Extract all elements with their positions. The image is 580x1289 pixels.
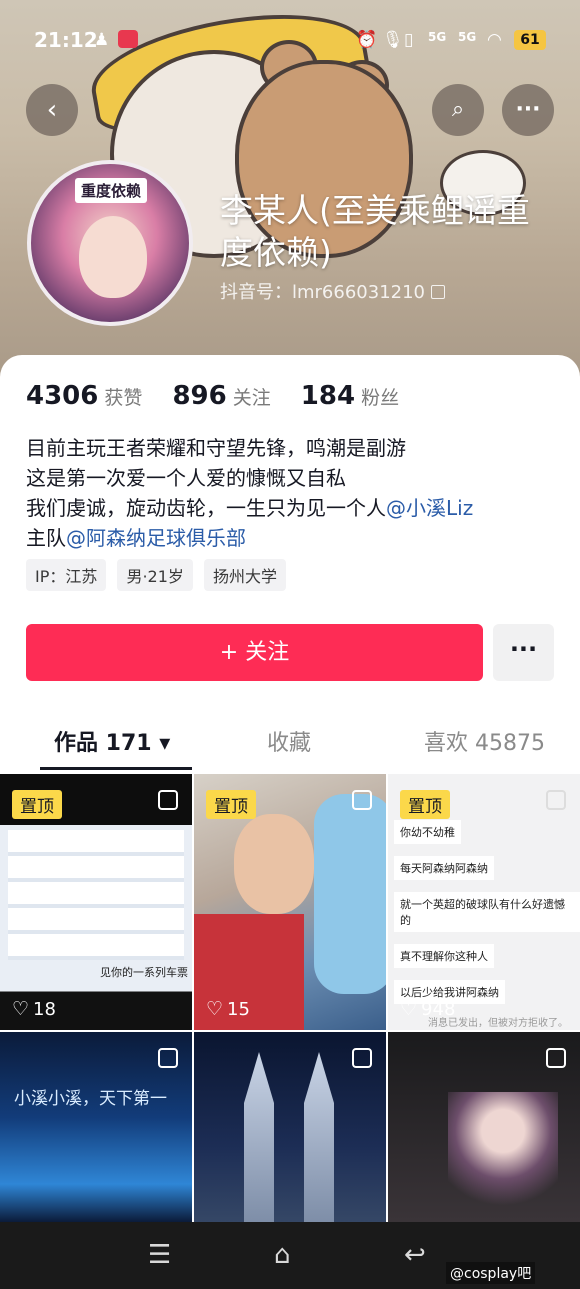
more-dots-icon: ···	[515, 97, 541, 122]
bio-line: 目前主玩王者荣耀和守望先锋，鸣潮是副游	[26, 436, 406, 460]
mute-icon: 🎙	[382, 30, 404, 50]
avatar-tag: 重度依赖	[75, 178, 148, 203]
stat-number: 4306	[26, 381, 99, 411]
like-count-value: 15	[227, 999, 250, 1020]
search-icon: ⌕	[451, 97, 465, 122]
tower-art	[304, 1052, 334, 1222]
vibrate-icon: ▯	[404, 30, 414, 50]
heart-icon: ♡	[206, 998, 224, 1020]
tab-likes[interactable]: 喜欢 45875	[424, 725, 545, 757]
chat-bubble: 每天阿森纳阿森纳	[394, 856, 494, 880]
douyin-id-text: 抖音号：lmr666031210	[220, 282, 426, 303]
like-count-value: 18	[33, 999, 56, 1020]
signal-5g-icon: 5G	[458, 30, 477, 44]
video-thumbnail[interactable]: 见你的一系列车票 置顶 ♡ 18	[0, 774, 192, 1030]
thumbnail-caption: 见你的一系列车票	[100, 966, 188, 979]
cosplay-photo-art	[448, 1092, 558, 1222]
video-thumbnail[interactable]: 你幼不幼稚 每天阿森纳阿森纳 就一个英超的破球队有什么好遗憾的 真不理解你这种人…	[388, 774, 580, 1030]
multi-image-icon	[546, 1048, 566, 1068]
stat-number: 184	[300, 381, 356, 411]
chat-bubble: 你幼不幼稚	[394, 820, 461, 844]
douyin-id[interactable]: 抖音号：lmr666031210	[220, 278, 446, 304]
stat-likes[interactable]: 4306 获赞	[26, 381, 142, 411]
recent-apps-icon[interactable]: ☰	[148, 1240, 171, 1270]
bio-line: 主队@阿森纳足球俱乐部	[26, 523, 566, 553]
cosplay-figure-art	[314, 794, 386, 994]
stat-following[interactable]: 896 关注	[172, 381, 270, 411]
content-tabs: 作品 171 ▾ 收藏 喜欢 45875	[0, 715, 580, 771]
more-actions-button[interactable]: ···	[493, 624, 554, 681]
profile-tags: IP：江苏 男·21岁 扬州大学	[26, 559, 292, 591]
status-bar: 21:12 ♟ ⏰ 🎙 ▯ 5G 5G ◠ 61	[0, 0, 580, 80]
like-count: ♡ 18	[12, 998, 56, 1020]
tag-ip: IP：江苏	[26, 559, 107, 591]
chat-bubble: 真不理解你这种人	[394, 944, 494, 968]
video-thumbnail[interactable]	[194, 1032, 386, 1222]
bio-line: 这是第一次爱一个人爱的慷慨又自私	[26, 466, 346, 490]
back-button[interactable]: ‹	[26, 84, 78, 136]
profile-bio: 目前主玩王者荣耀和守望先锋，鸣潮是副游 这是第一次爱一个人爱的慷慨又自私 我们虔…	[26, 433, 566, 553]
avatar[interactable]: 重度依赖	[27, 160, 193, 326]
alarm-icon: ⏰	[356, 30, 378, 50]
video-thumbnail[interactable]	[388, 1032, 580, 1222]
multi-image-icon	[352, 790, 372, 810]
pinned-badge: 置顶	[206, 790, 256, 819]
heart-icon: ♡	[12, 998, 30, 1020]
avatar-face-art	[79, 216, 147, 298]
like-count: ♡ 948	[400, 998, 455, 1020]
app-notification-icon	[118, 30, 138, 48]
ticket-screenshot-art	[8, 830, 184, 960]
profile-stats: 4306 获赞 896 关注 184 粉丝	[26, 381, 423, 411]
bio-text: 我们虔诚，旋动齿轮，一生只为见一个人	[26, 496, 386, 520]
tower-art	[244, 1052, 274, 1222]
copy-icon[interactable]	[431, 285, 446, 299]
chat-screenshot: 你幼不幼稚 每天阿森纳阿森纳 就一个英超的破球队有什么好遗憾的 真不理解你这种人…	[394, 820, 580, 1004]
heart-icon: ♡	[400, 998, 418, 1020]
person-photo-art	[234, 814, 314, 914]
mention-link[interactable]: @阿森纳足球俱乐部	[66, 526, 246, 550]
search-button[interactable]: ⌕	[432, 84, 484, 136]
multi-image-icon	[158, 790, 178, 810]
like-count-value: 948	[421, 999, 456, 1020]
watermark-text: @cosplay吧	[446, 1262, 536, 1284]
active-tab-indicator	[40, 767, 192, 770]
follow-button[interactable]: + 关注	[26, 624, 483, 681]
stat-label: 获赞	[104, 387, 143, 409]
pinned-badge: 置顶	[400, 790, 450, 819]
multi-image-icon	[546, 790, 566, 810]
like-count: ♡ 15	[206, 998, 250, 1020]
signal-5g-icon: 5G	[428, 30, 447, 44]
multi-image-icon	[352, 1048, 372, 1068]
home-icon[interactable]: ⌂	[274, 1240, 291, 1270]
pinned-badge: 置顶	[12, 790, 62, 819]
stat-followers[interactable]: 184 粉丝	[301, 381, 399, 411]
tag-school[interactable]: 扬州大学	[204, 559, 287, 591]
bio-text: 主队	[26, 526, 66, 550]
tag-gender-age: 男·21岁	[117, 559, 193, 591]
multi-image-icon	[158, 1048, 178, 1068]
back-arrow-icon: ‹	[46, 95, 58, 125]
wifi-icon: ◠	[487, 30, 502, 50]
tab-works[interactable]: 作品 171 ▾	[54, 725, 170, 757]
video-thumbnail[interactable]: 置顶 ♡ 15	[194, 774, 386, 1030]
tab-favorites[interactable]: 收藏	[267, 725, 311, 757]
more-button[interactable]: ···	[502, 84, 554, 136]
qq-notification-icon: ♟	[94, 30, 110, 50]
chat-bubble: 就一个英超的破球队有什么好遗憾的	[394, 892, 580, 932]
stat-label: 粉丝	[361, 387, 400, 409]
stat-label: 关注	[232, 387, 271, 409]
stat-number: 896	[172, 381, 227, 411]
concert-overlay-text: 小溪小溪，天下第一	[14, 1089, 167, 1109]
back-gesture-icon[interactable]: ↩	[404, 1240, 426, 1270]
video-thumbnail[interactable]: 小溪小溪，天下第一	[0, 1032, 192, 1222]
mention-link[interactable]: @小溪Liz	[386, 496, 473, 520]
bio-line: 我们虔诚，旋动齿轮，一生只为见一个人@小溪Liz	[26, 493, 566, 523]
battery-indicator: 61	[514, 30, 546, 50]
profile-nickname: 李某人(至美乘鲤谣重度依赖)	[220, 191, 530, 272]
status-time: 21:12	[34, 28, 98, 52]
